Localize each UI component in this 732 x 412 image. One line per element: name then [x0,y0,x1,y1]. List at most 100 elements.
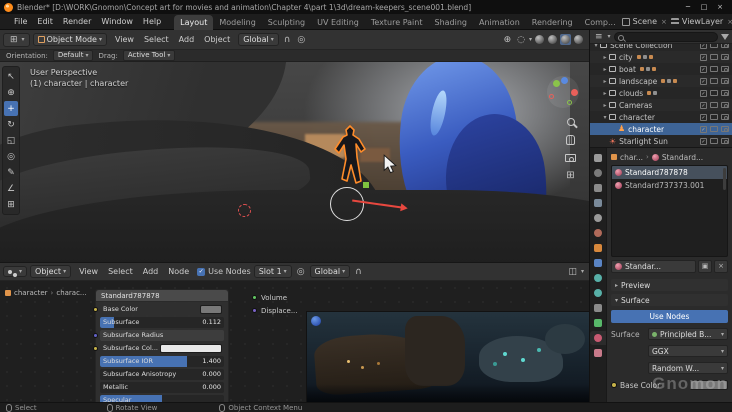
workspace-tab-modeling[interactable]: Modeling [213,15,261,30]
workspace-tab-texture-paint[interactable]: Texture Paint [365,15,429,30]
pin-icon[interactable]: ◎ [295,267,307,277]
menu-render[interactable]: Render [58,14,96,29]
rotate-gizmo[interactable] [330,187,364,221]
expand-icon[interactable]: ▸ [601,102,609,109]
node-input-specular[interactable]: Specular [100,395,224,402]
menu-edit[interactable]: Edit [32,14,58,29]
viewport-menu-add[interactable]: Add [174,32,200,47]
mode-dropdown[interactable]: Object Mode ▾ [32,33,107,46]
node-input-subsurface[interactable]: Subsurface 0.112 [100,317,224,328]
z-axis-dot[interactable] [561,77,568,84]
minimize-button[interactable]: ─ [680,3,696,11]
properties-tab-scene[interactable] [590,211,606,225]
outliner-row-clouds[interactable]: ▸ clouds ✓ [590,87,732,99]
camera-view-icon[interactable] [565,154,576,162]
exclude-checkbox-icon[interactable]: ✓ [700,113,707,121]
disable-render-icon[interactable] [721,114,729,120]
expand-icon[interactable]: ▾ [601,114,609,121]
magnet-snap-icon[interactable]: ∩ [353,267,364,277]
proportional-edit-icon[interactable]: ◎ [295,35,307,45]
material-output-node[interactable]: Volume Displace... [252,291,298,317]
principled-bsdf-node[interactable]: Standard787878 Base Color Subsurface 0.112… [93,289,229,402]
outliner-row-character[interactable]: ▾ character ✓ [590,111,732,123]
filter-funnel-icon[interactable] [721,33,729,40]
shading-wireframe-button[interactable] [534,34,545,45]
tool-select[interactable]: ↖ [4,69,18,84]
material-slot-standard787878[interactable]: Standard787878 [612,166,727,179]
navigation-gizmo[interactable] [547,76,579,108]
material-datablock-selector[interactable]: Standar... [611,260,696,273]
outliner-row-starlight-sun[interactable]: ☀ Starlight Sun ✓ [590,135,732,147]
toggle-grid-icon[interactable]: ⊞ [566,171,574,181]
shader-menu-view[interactable]: View [74,264,103,279]
outliner-row-boat[interactable]: ▸ boat ✓ [590,63,732,75]
exclude-checkbox-icon[interactable]: ✓ [700,101,707,109]
workspace-tab-shading[interactable]: Shading [428,15,473,30]
properties-tab-physics[interactable] [590,286,606,300]
disable-viewport-icon[interactable] [710,138,718,144]
shading-solid-button[interactable] [547,34,558,45]
drag-value-dropdown[interactable]: Active Tool ▾ [122,50,176,61]
workspace-tab-comp[interactable]: Comp... [579,15,622,30]
tool-add-cube[interactable]: ⊞ [4,197,18,212]
disable-viewport-icon[interactable] [710,78,718,84]
properties-tab-object[interactable] [590,241,606,255]
surface-shader-dropdown[interactable]: Principled B... ▾ [648,328,728,340]
workspace-tab-uv-editing[interactable]: UV Editing [311,15,365,30]
y-axis-dot[interactable] [553,80,560,87]
node-input-subsurface-ior[interactable]: Subsurface IOR 1.400 [100,356,224,367]
shading-rendered-button[interactable] [573,34,584,45]
properties-tab-material[interactable] [590,331,606,345]
node-input-subsurface-radius[interactable]: Subsurface Radius [93,330,224,341]
exclude-checkbox-icon[interactable]: ✓ [700,53,707,61]
workspace-tab-layout[interactable]: Layout [174,14,214,30]
show-overlays-icon[interactable]: ◌ [515,35,527,45]
material-slot-standard737373-001[interactable]: Standard737373.001 [612,179,727,192]
scene-selector[interactable]: Scene [633,17,657,26]
workspace-tab-animation[interactable]: Animation [473,15,526,30]
zoom-icon[interactable] [566,118,575,126]
disable-render-icon[interactable] [721,102,729,108]
disable-viewport-icon[interactable] [710,126,718,132]
disable-render-icon[interactable] [721,126,729,132]
fake-user-button[interactable]: ▣ [698,260,712,273]
snap-orientation-dropdown[interactable]: Global ▾ [309,265,351,278]
editor-type-dropdown[interactable]: ⊞ ▾ [3,32,30,47]
tool-rotate[interactable]: ↻ [4,117,18,132]
disable-viewport-icon[interactable] [710,44,718,48]
overlay-icon[interactable]: ◫ [566,267,579,277]
viewport-menu-object[interactable]: Object [199,32,235,47]
exclude-checkbox-icon[interactable]: ✓ [700,77,707,85]
show-gizmo-icon[interactable]: ⊕ [502,35,514,45]
color-swatch[interactable] [160,344,222,353]
shading-material-button[interactable] [560,34,571,45]
tool-transform[interactable]: ◎ [4,149,18,164]
expand-icon[interactable]: ▸ [601,90,609,97]
disable-viewport-icon[interactable] [710,90,718,96]
properties-tab-texture[interactable] [590,346,606,360]
orientation-dropdown[interactable]: Global ▾ [238,33,279,46]
disable-render-icon[interactable] [721,54,729,60]
disable-viewport-icon[interactable] [710,102,718,108]
menu-file[interactable]: File [9,14,32,29]
tool-annotate[interactable]: ✎ [4,165,18,180]
disable-viewport-icon[interactable] [710,54,718,60]
outliner-row-landscape[interactable]: ▸ landscape ✓ [590,75,732,87]
slot-dropdown[interactable]: Slot 1 ▾ [253,265,292,278]
distribution-dropdown[interactable]: GGX ▾ [648,345,728,357]
scene-unlink-icon[interactable]: × [660,18,668,26]
exclude-checkbox-icon[interactable]: ✓ [700,44,707,49]
use-nodes-button[interactable]: Use Nodes [611,310,728,323]
menu-window[interactable]: Window [96,14,138,29]
disable-render-icon[interactable] [721,78,729,84]
viewlayer-unlink-icon[interactable]: × [726,18,732,26]
viewport-menu-select[interactable]: Select [139,32,174,47]
node-input-metallic[interactable]: Metallic 0.000 [100,382,224,393]
exclude-checkbox-icon[interactable]: ✓ [700,65,707,73]
properties-tab-world[interactable] [590,226,606,240]
subsurface-method-dropdown[interactable]: Random W... ▾ [648,362,728,374]
tool-cursor[interactable]: ⊕ [4,85,18,100]
workspace-tab-rendering[interactable]: Rendering [526,15,579,30]
shader-menu-add[interactable]: Add [138,264,164,279]
properties-tab-particles[interactable] [590,271,606,285]
